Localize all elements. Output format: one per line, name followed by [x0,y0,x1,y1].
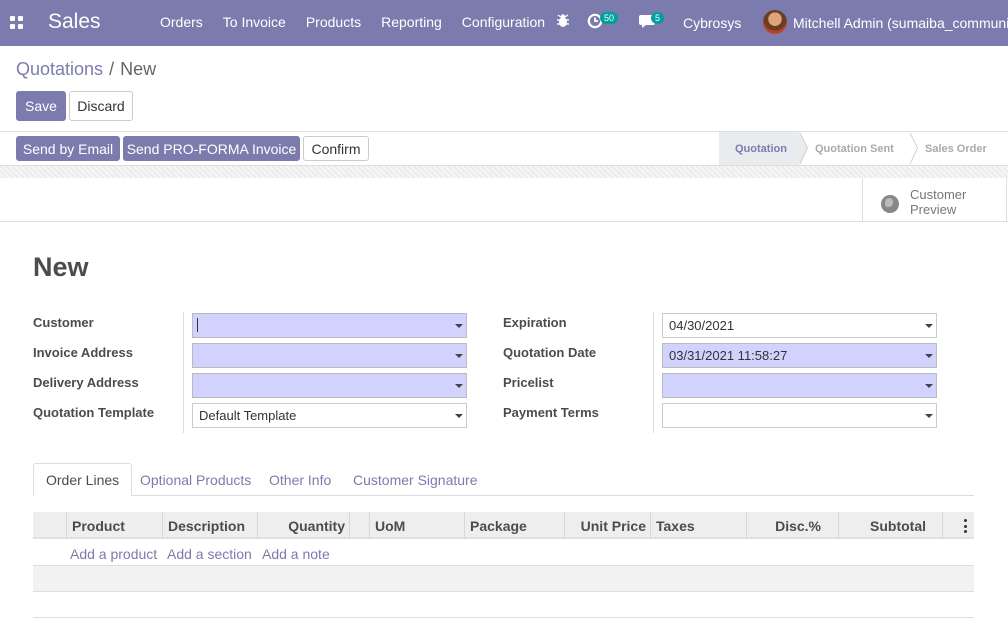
document-title: New [33,252,89,282]
menu-products[interactable]: Products [306,14,361,30]
send-proforma-invoice-button[interactable]: Send PRO-FORMA Invoice [123,136,300,161]
customer-preview-line2: Preview [910,202,957,217]
quotation-date-label: Quotation Date [503,345,597,360]
delivery-address-input[interactable] [192,373,467,398]
tab-order-lines[interactable]: Order Lines [33,463,133,496]
add-note-link[interactable]: Add a note [262,546,330,562]
quotation-date-input[interactable]: 03/31/2021 11:58:27 [662,343,937,368]
user-menu[interactable]: Mitchell Admin (sumaiba_community) [793,15,1008,31]
activity-count-badge: 50 [600,12,619,24]
expiration-dropdown-icon[interactable] [925,324,933,328]
quotation-template-label: Quotation Template [33,405,155,420]
breadcrumb-current: New [120,59,157,79]
payment-terms-label: Payment Terms [503,405,599,420]
quotation-template-dropdown-icon[interactable] [455,414,463,418]
breadcrumb-separator: / [109,59,115,79]
expiration-input[interactable]: 04/30/2021 [662,313,937,338]
globe-icon [881,195,899,213]
delivery-address-label: Delivery Address [33,375,139,390]
col-subtotal[interactable]: Subtotal [838,512,943,539]
expiration-label: Expiration [503,315,567,330]
customer-input[interactable] [192,313,467,338]
send-by-email-button[interactable]: Send by Email [16,136,120,161]
stage-quotation-sent: Quotation Sent [799,132,918,165]
customer-preview-label[interactable]: Customer Preview [910,187,1000,217]
tab-other-info[interactable]: Other Info [257,463,343,496]
menu-reporting[interactable]: Reporting [381,14,442,30]
sheet-background [0,166,1008,178]
discard-button[interactable]: Discard [69,91,133,121]
col-spacer [349,512,370,539]
main-menu: Orders To Invoice Products Reporting Con… [150,14,555,30]
col-taxes[interactable]: Taxes [650,512,747,539]
smart-button-box [0,178,1008,222]
confirm-button[interactable]: Confirm [303,136,369,161]
table-row [33,592,974,618]
customer-preview-line1: Customer [910,187,967,202]
quotation-template-input[interactable]: Default Template [192,403,467,428]
col-unit-price[interactable]: Unit Price [564,512,651,539]
col-optional-toggle [942,512,974,539]
col-uom[interactable]: UoM [369,512,465,539]
col-product[interactable]: Product [66,512,163,539]
app-name[interactable]: Sales [48,10,101,34]
invoice-address-label: Invoice Address [33,345,133,360]
pricelist-label: Pricelist [503,375,554,390]
col-discount[interactable]: Disc.% [746,512,839,539]
customer-dropdown-icon[interactable] [455,324,463,328]
save-button[interactable]: Save [16,91,66,121]
left-group-divider [183,312,184,433]
payment-terms-dropdown-icon[interactable] [925,414,933,418]
col-package[interactable]: Package [464,512,565,539]
text-cursor [197,318,198,332]
stage-sales-order: Sales Order [909,132,1008,165]
pricelist-input[interactable] [662,373,937,398]
debug-bug-icon[interactable] [556,13,570,29]
optional-columns-kebab-icon[interactable] [964,519,968,533]
col-description[interactable]: Description [162,512,258,539]
customer-label: Customer [33,315,94,330]
tab-customer-signature[interactable]: Customer Signature [341,463,490,496]
add-section-link[interactable]: Add a section [167,546,252,562]
apps-menu-icon[interactable] [10,16,23,29]
menu-orders[interactable]: Orders [160,14,203,30]
delivery-address-dropdown-icon[interactable] [455,384,463,388]
menu-configuration[interactable]: Configuration [462,14,545,30]
col-quantity[interactable]: Quantity [257,512,350,539]
status-bar: Quotation Quotation Sent Sales Order [719,132,1008,165]
menu-to-invoice[interactable]: To Invoice [223,14,286,30]
invoice-address-input[interactable] [192,343,467,368]
breadcrumb: Quotations / New [16,59,156,80]
payment-terms-input[interactable] [662,403,937,428]
right-group-divider [653,312,654,433]
stage-quotation: Quotation [719,132,808,165]
company-switcher[interactable]: Cybrosys [683,15,741,31]
invoice-address-dropdown-icon[interactable] [455,354,463,358]
add-product-link[interactable]: Add a product [70,546,157,562]
messages-count-badge: 5 [651,12,665,24]
user-avatar[interactable] [763,10,787,34]
quotation-date-dropdown-icon[interactable] [925,354,933,358]
breadcrumb-quotations[interactable]: Quotations [16,59,103,79]
table-row [33,566,974,592]
tab-optional-products[interactable]: Optional Products [128,463,263,496]
pricelist-dropdown-icon[interactable] [925,384,933,388]
